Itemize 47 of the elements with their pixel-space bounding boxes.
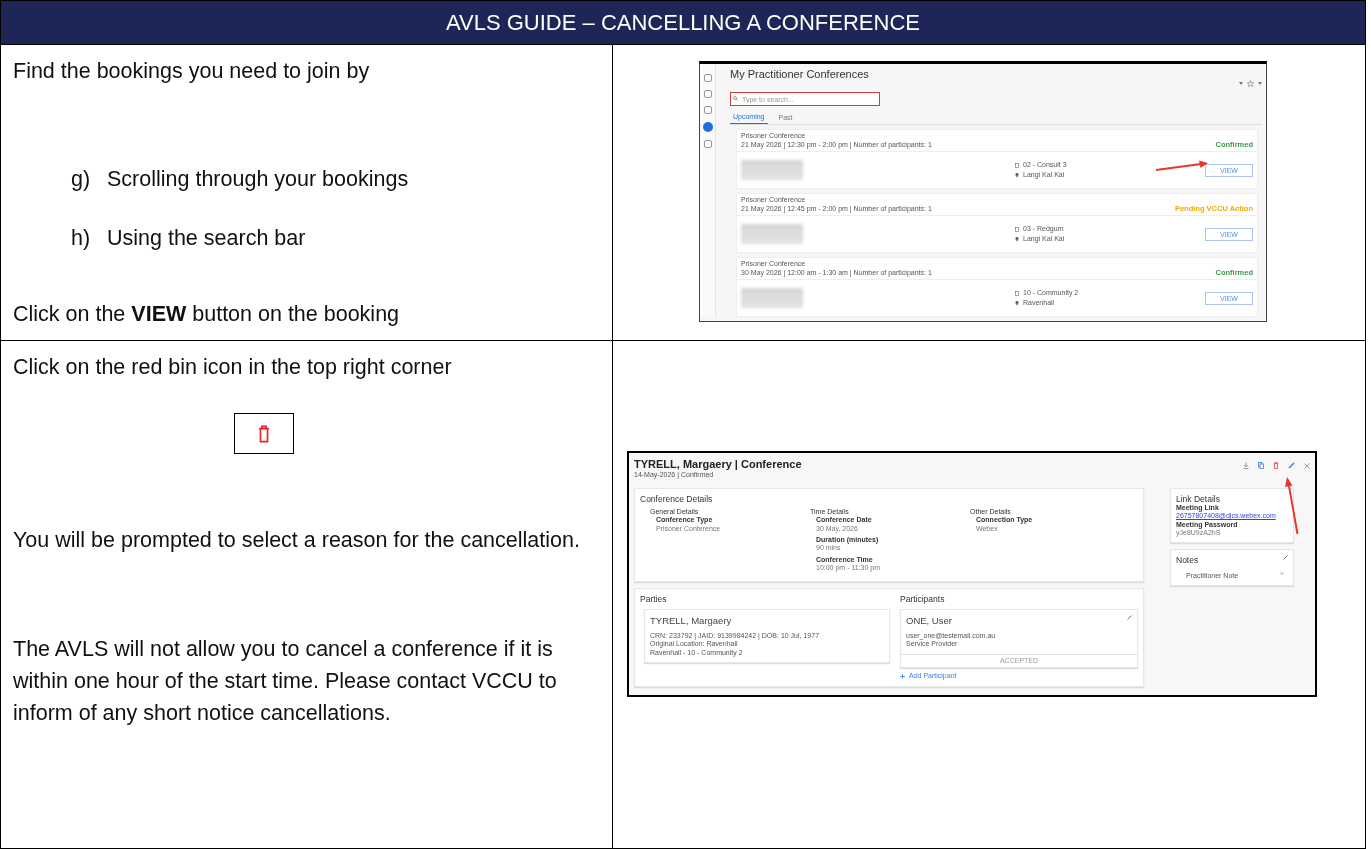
- pin-icon: [1015, 172, 1019, 178]
- card-title: Link Details: [1176, 493, 1221, 504]
- bin-icon: [257, 424, 271, 443]
- building-icon: [1015, 290, 1019, 296]
- guide-title: AVLS GUIDE – CANCELLING A CONFERENCE: [0, 0, 1366, 45]
- star-icon: [1247, 80, 1254, 87]
- instruction-text: Using the search bar: [107, 224, 306, 252]
- pin-icon: [1015, 300, 1019, 306]
- instruction-text: Scrolling through your bookings: [107, 166, 409, 194]
- card-title: Participants: [900, 593, 946, 604]
- bin-icon: [1273, 462, 1279, 469]
- party-name: TYRELL, Margaery: [650, 614, 733, 627]
- chevron-icon: [1280, 571, 1284, 575]
- card-title: Conference Details: [640, 493, 714, 504]
- conference-title: TYRELL, Margaery | Conference: [634, 458, 802, 472]
- caret-icon: [1239, 82, 1243, 85]
- sidebar-icon[interactable]: [703, 74, 712, 82]
- building-icon: [1015, 226, 1019, 232]
- sidebar-icon[interactable]: [703, 140, 712, 148]
- instruction-text: You will be prompted to select a reason for the cancellation.: [13, 527, 581, 555]
- instruction-text: The AVLS will not allow you to cancel a conference if it is within one hour of the start time. Please contact VCCU to inform of any short notice cancellations.: [13, 635, 558, 727]
- caret-icon: [1258, 82, 1262, 85]
- search-icon: [733, 96, 738, 101]
- copy-icon: [1258, 462, 1264, 469]
- instruction-text: Click on the VIEW button on the booking: [13, 300, 401, 328]
- plus-icon: [900, 673, 905, 679]
- instruction-text: Click on the red bin icon in the top right corner: [13, 354, 453, 381]
- building-icon: [1015, 162, 1019, 168]
- blurred-text: [741, 224, 803, 245]
- close-icon: [1304, 462, 1310, 469]
- card-title: Parties: [640, 593, 668, 604]
- page-title: My Practitioner Conferences: [730, 68, 869, 82]
- download-icon: [1243, 462, 1249, 469]
- list-marker: h): [71, 224, 92, 252]
- pencil-icon: [1283, 555, 1288, 561]
- participant-name: ONE, User: [906, 614, 953, 627]
- card-title: Notes: [1176, 555, 1199, 566]
- list-marker: g): [71, 166, 92, 194]
- sidebar-icon[interactable]: [703, 90, 712, 98]
- sidebar-icon[interactable]: [703, 106, 712, 114]
- instruction-text: Find the bookings you need to join by: [13, 58, 371, 85]
- blurred-text: [741, 160, 803, 181]
- sidebar-icon[interactable]: [702, 122, 713, 132]
- pencil-icon: [1127, 614, 1132, 620]
- pencil-icon: [1288, 462, 1295, 469]
- blurred-text: [741, 288, 803, 309]
- pin-icon: [1015, 236, 1019, 242]
